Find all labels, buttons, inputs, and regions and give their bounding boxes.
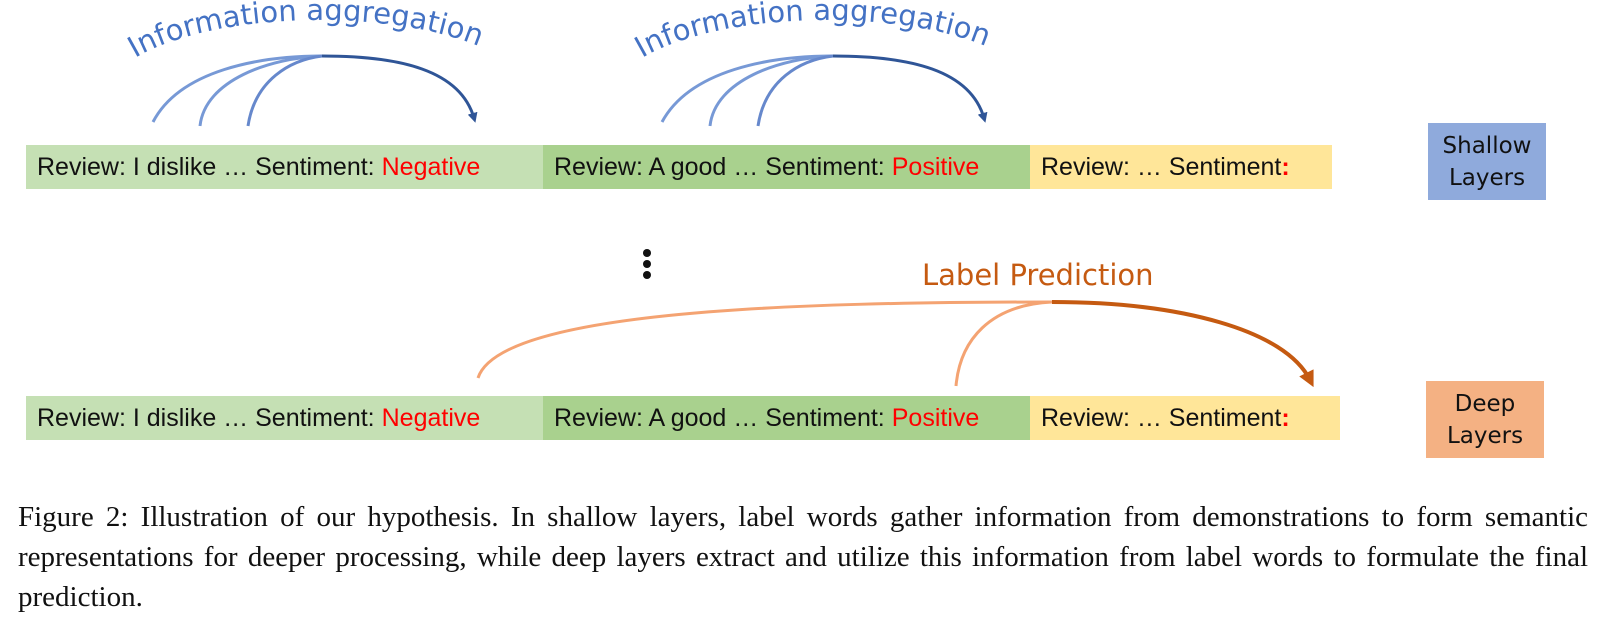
segment-text: Review: … Sentiment — [1041, 403, 1282, 432]
shallow-layers-line2: Layers — [1448, 164, 1526, 191]
label-word-positive: Positive — [891, 152, 980, 181]
demonstration-positive: Review: A good … Sentiment: Positive — [543, 396, 1030, 440]
figure-caption: Figure 2: Illustration of our hypothesis… — [18, 501, 1588, 613]
label-word-negative: Negative — [381, 152, 481, 181]
query-colon: : — [1281, 403, 1290, 432]
segment-text: Review: A good … Sentiment: — [554, 152, 885, 181]
label-word-positive: Positive — [891, 403, 980, 432]
shallow-layers-box: Shallow Layers — [1428, 123, 1546, 200]
segment-text: Review: … Sentiment — [1041, 152, 1282, 181]
demonstration-negative: Review: I dislike … Sentiment: Negative — [26, 145, 543, 189]
query-colon: : — [1281, 152, 1290, 181]
query-segment: Review: … Sentiment: — [1030, 396, 1340, 440]
hypothesis-figure: Information aggregation Information aggr… — [0, 0, 1604, 480]
prediction-label: Label Prediction — [922, 258, 1154, 292]
aggregation-label-1: Information aggregation — [122, 0, 489, 64]
segment-text: Review: A good … Sentiment: — [554, 403, 885, 432]
label-word-negative: Negative — [381, 403, 481, 432]
shallow-sequence-bar: Review: I dislike … Sentiment: Negative … — [26, 145, 1332, 189]
query-segment: Review: … Sentiment: — [1030, 145, 1332, 189]
aggregation-label-2: Information aggregation — [629, 0, 996, 64]
vertical-ellipsis-icon — [643, 249, 653, 282]
segment-text: Review: I dislike … Sentiment: — [37, 403, 375, 432]
shallow-layers-line1: Shallow — [1442, 132, 1532, 159]
deep-layers-line1: Deep — [1454, 390, 1516, 417]
segment-text: Review: I dislike … Sentiment: — [37, 152, 375, 181]
demonstration-negative: Review: I dislike … Sentiment: Negative — [26, 396, 543, 440]
deep-layers-box: Deep Layers — [1426, 381, 1544, 458]
deep-sequence-bar: Review: I dislike … Sentiment: Negative … — [26, 396, 1340, 440]
demonstration-positive: Review: A good … Sentiment: Positive — [543, 145, 1030, 189]
deep-layers-line2: Layers — [1446, 422, 1524, 449]
